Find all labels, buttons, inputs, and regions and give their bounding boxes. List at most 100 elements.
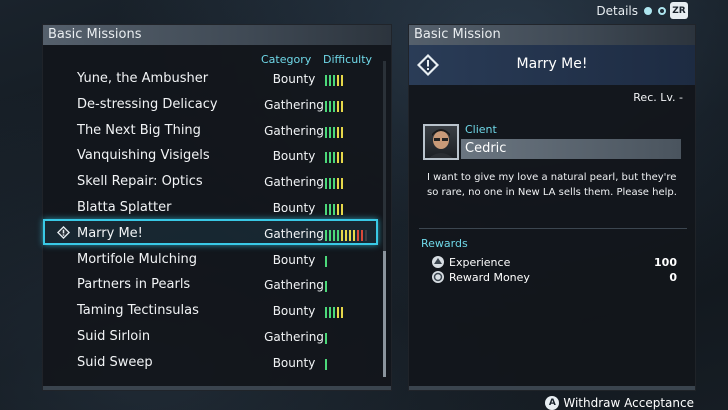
difficulty-bar: [337, 75, 339, 86]
mission-category: Gathering: [264, 278, 324, 293]
difficulty-bar: [329, 75, 331, 86]
difficulty-bar: [325, 307, 327, 319]
difficulty-bar: [329, 229, 331, 241]
mission-name: Suid Sirloin: [77, 329, 151, 344]
panel-footer-bar: [409, 386, 695, 390]
mission-row[interactable]: Blatta Splatter Bounty: [43, 196, 383, 220]
details-page-dot: [658, 7, 666, 15]
mission-row[interactable]: Suid Sweep Bounty: [43, 351, 383, 375]
mission-row[interactable]: Taming Tectinsulas Bounty: [43, 299, 383, 323]
mission-name: The Next Big Thing: [77, 122, 201, 138]
mission-category: Gathering: [264, 226, 324, 241]
client-name: Cedric: [461, 139, 681, 159]
scrollbar-thumb[interactable]: [383, 251, 386, 377]
difficulty-bar: [325, 75, 327, 86]
difficulty-meter: [325, 333, 327, 344]
difficulty-bar: [349, 229, 351, 241]
mission-row[interactable]: Yune, the Ambusher Bounty: [43, 67, 383, 91]
experience-icon: [432, 256, 444, 268]
difficulty-bar: [329, 100, 331, 112]
difficulty-bar: [333, 75, 335, 86]
mission-name: Marry Me!: [516, 56, 588, 72]
difficulty-meter: [325, 358, 327, 370]
difficulty-bar: [329, 178, 331, 190]
reward-value: 0: [669, 271, 677, 284]
coin-icon: [432, 271, 444, 283]
difficulty-bar: [337, 178, 339, 190]
difficulty-bar: [333, 126, 335, 138]
mission-row[interactable]: Mortifole Mulching Bounty: [43, 248, 383, 272]
mission-detail-title: Basic Mission: [409, 25, 695, 45]
mission-category: Bounty: [272, 252, 316, 267]
difficulty-bar: [325, 152, 327, 164]
difficulty-bar: [341, 204, 343, 215]
mission-category: Bounty: [272, 355, 316, 370]
difficulty-meter: [325, 281, 327, 293]
difficulty-bar: [333, 307, 335, 319]
a-button-icon: A: [545, 396, 560, 410]
mission-row[interactable]: De-stressing Delicacy Gathering: [43, 93, 383, 117]
mission-category: Gathering: [264, 330, 324, 344]
difficulty-bar: [329, 126, 331, 138]
mission-name: Marry Me!: [77, 225, 143, 241]
recommended-level: Rec. Lv. -: [633, 91, 683, 104]
difficulty-bar: [325, 333, 327, 344]
difficulty-bar: [365, 229, 367, 241]
mission-list-panel: Basic Missions Category Difficulty Yune,…: [42, 24, 392, 391]
mission-name: Partners in Pearls: [77, 277, 191, 293]
difficulty-meter: [325, 100, 343, 112]
mission-name: Blatta Splatter: [77, 200, 172, 215]
rewards-label: Rewards: [421, 237, 468, 250]
category-column-header: Category: [261, 53, 312, 66]
client-label: Client: [465, 123, 497, 136]
difficulty-bar: [341, 152, 343, 164]
difficulty-bar: [333, 229, 335, 241]
difficulty-meter: [325, 75, 343, 86]
difficulty-bar: [337, 307, 339, 319]
difficulty-bar: [341, 229, 343, 241]
difficulty-bar: [333, 152, 335, 164]
difficulty-bar: [325, 178, 327, 190]
difficulty-bar: [357, 229, 359, 241]
mission-row[interactable]: Vanquishing Visigels Bounty: [43, 144, 383, 168]
mission-description: I want to give my love a natural pearl, …: [427, 172, 677, 198]
reward-value: 100: [654, 256, 677, 269]
mission-category: Bounty: [272, 304, 316, 319]
difficulty-bar: [345, 229, 347, 241]
mission-header: Marry Me!: [409, 45, 695, 85]
difficulty-bar: [341, 178, 343, 190]
mission-name: Yune, the Ambusher: [77, 71, 209, 86]
mission-name: Skell Repair: Optics: [77, 174, 203, 190]
difficulty-meter: [325, 229, 367, 241]
divider: [419, 228, 687, 229]
difficulty-bar: [325, 229, 327, 241]
mission-row[interactable]: Skell Repair: Optics Gathering: [43, 170, 383, 194]
difficulty-bar: [333, 100, 335, 112]
difficulty-meter: [325, 152, 343, 164]
difficulty-bar: [353, 229, 355, 241]
withdraw-label: Withdraw Acceptance: [563, 396, 694, 410]
difficulty-bar: [333, 204, 335, 215]
panel-footer-bar: [43, 386, 391, 390]
mission-row[interactable]: Marry Me! Gathering: [43, 222, 383, 246]
difficulty-bar: [361, 229, 363, 241]
details-page-dot-active: [644, 7, 652, 15]
withdraw-acceptance-button[interactable]: A Withdraw Acceptance: [545, 396, 694, 410]
mission-name: De-stressing Delicacy: [77, 96, 218, 112]
difficulty-bar: [325, 281, 327, 293]
difficulty-column-header: Difficulty: [323, 53, 373, 66]
difficulty-meter: [325, 255, 327, 267]
client-avatar: [423, 124, 459, 160]
mission-row[interactable]: The Next Big Thing Gathering: [43, 119, 383, 143]
difficulty-bar: [329, 152, 331, 164]
mission-row[interactable]: Partners in Pearls Gathering: [43, 273, 383, 297]
mission-category: Bounty: [272, 149, 316, 164]
mission-category: Bounty: [272, 201, 316, 215]
client-portrait-icon: [429, 129, 453, 158]
reward-label: Reward Money: [449, 271, 530, 284]
mission-row[interactable]: Suid Sirloin Gathering: [43, 325, 383, 349]
difficulty-bar: [325, 100, 327, 112]
reward-label: Experience: [449, 256, 511, 269]
difficulty-meter: [325, 204, 343, 215]
zr-button-icon[interactable]: ZR: [670, 2, 688, 19]
